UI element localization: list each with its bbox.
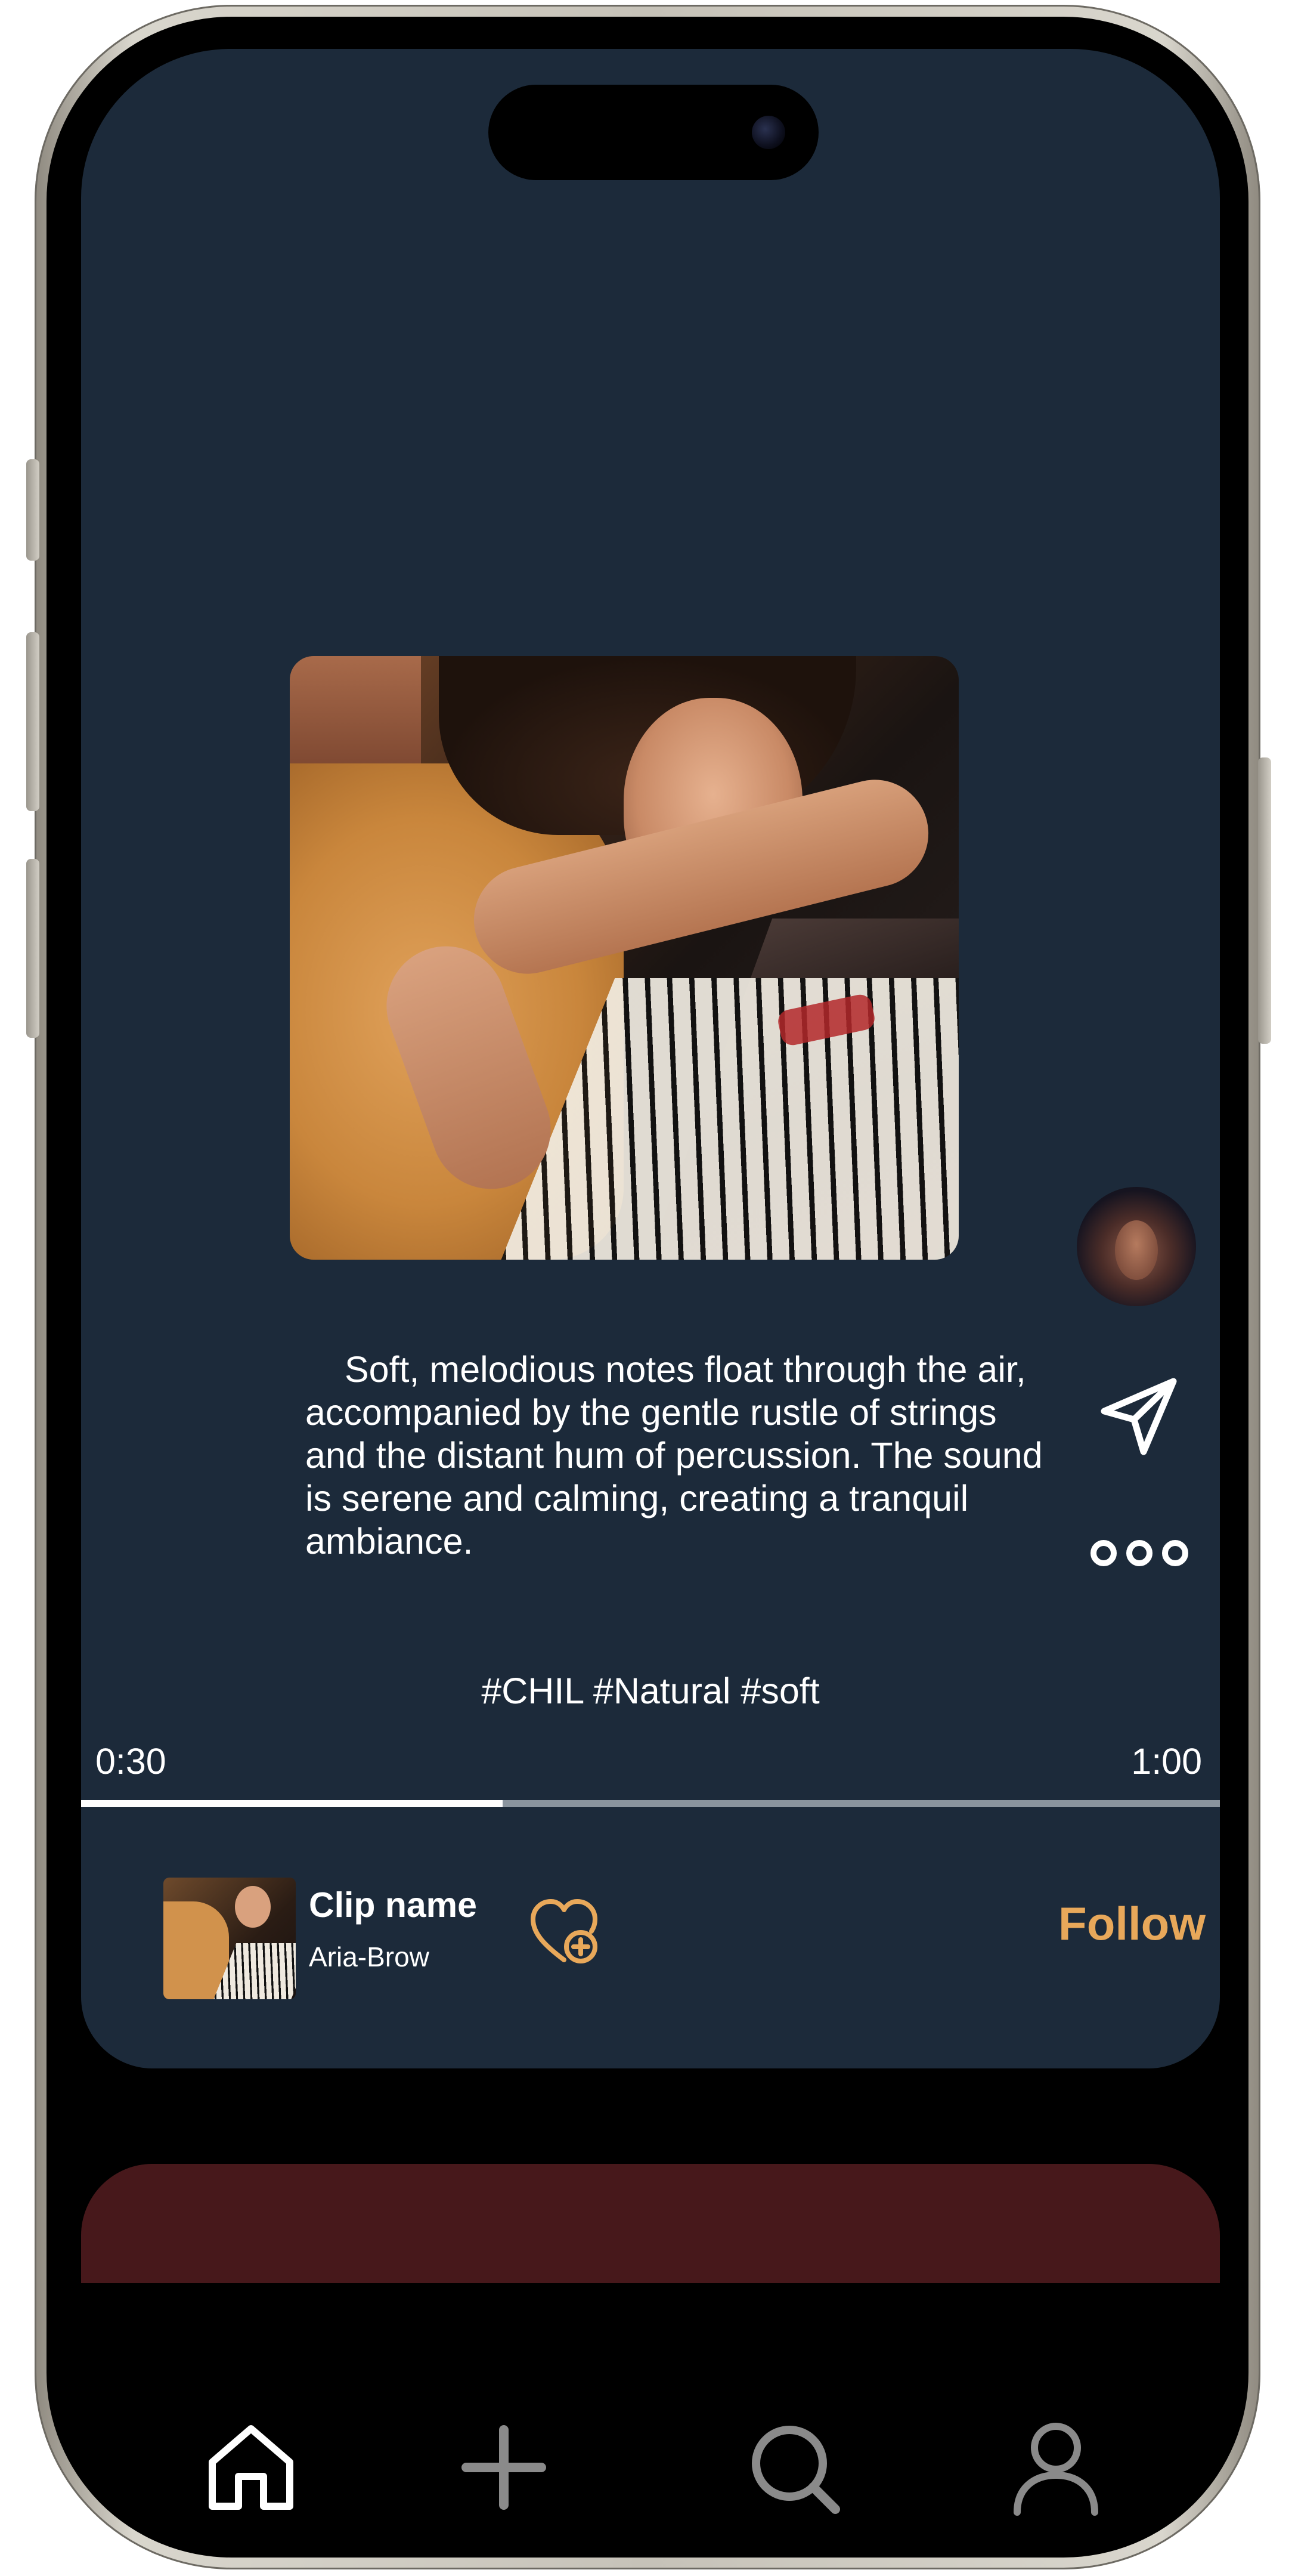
total-time: 1:00 (1131, 1741, 1202, 1782)
clip-title: Clip name (309, 1885, 477, 1925)
paper-plane-icon (1101, 1378, 1177, 1455)
search-icon (752, 2426, 840, 2514)
dynamic-island (488, 85, 819, 180)
power-button (1258, 757, 1271, 1044)
player-card: Soft, melodious notes float through the … (81, 49, 1220, 2068)
volume-up-button (26, 632, 39, 811)
front-camera (752, 116, 785, 149)
progress-fill (81, 1800, 503, 1807)
more-dots-icon (1090, 1540, 1188, 1566)
progress-bar[interactable] (81, 1800, 1220, 1807)
more-options-button[interactable] (1089, 1535, 1190, 1571)
next-post-card[interactable] (81, 2164, 1220, 2283)
plus-icon (461, 2425, 546, 2510)
action-button (26, 459, 39, 561)
cover-image[interactable] (290, 656, 959, 1260)
bottom-nav (81, 2283, 1220, 2542)
clip-artist[interactable]: Aria-Brow (309, 1941, 429, 1973)
heart-plus-icon (531, 1899, 597, 1963)
clip-thumbnail[interactable] (163, 1878, 296, 1999)
add-favorite-button[interactable] (527, 1893, 605, 1971)
nav-create[interactable] (447, 2411, 560, 2524)
creator-avatar[interactable] (1077, 1187, 1196, 1306)
home-icon (209, 2425, 293, 2510)
post-description: Soft, melodious notes float through the … (305, 1349, 1043, 1561)
hashtags[interactable]: #CHIL #Natural #soft (81, 1670, 1220, 1712)
volume-down-button (26, 859, 39, 1038)
profile-icon (1014, 2423, 1098, 2516)
phone-screen: Soft, melodious notes float through the … (81, 49, 1220, 2542)
share-button[interactable] (1095, 1372, 1184, 1461)
nav-home[interactable] (194, 2411, 308, 2524)
nav-search[interactable] (737, 2411, 850, 2524)
nav-profile[interactable] (999, 2411, 1113, 2524)
current-time: 0:30 (95, 1741, 166, 1782)
follow-button[interactable]: Follow (1058, 1897, 1206, 1951)
